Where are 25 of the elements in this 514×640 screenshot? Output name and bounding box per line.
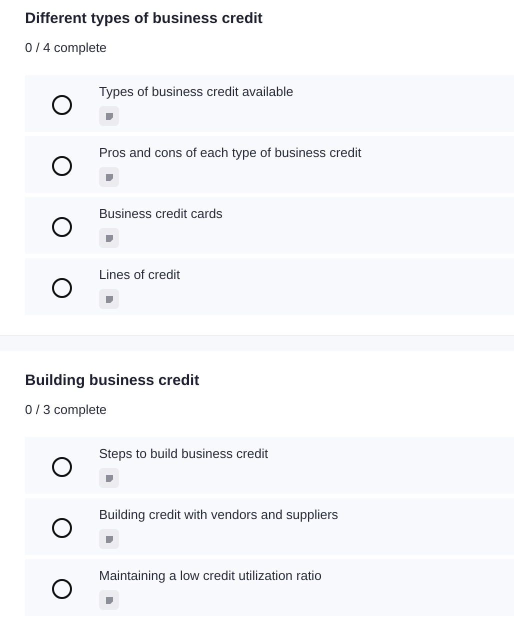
progress-text: 0 / 3 complete [25, 401, 108, 419]
note-icon [99, 167, 119, 187]
lesson-row[interactable]: Steps to build business credit [25, 437, 514, 494]
note-icon [99, 468, 119, 488]
lesson-title: Steps to build business credit [99, 446, 268, 462]
note-icon [99, 289, 119, 309]
lesson-title: Pros and cons of each type of business credit [99, 145, 362, 161]
lesson-title: Maintaining a low credit utilization ratio [99, 568, 322, 584]
lesson-row[interactable]: Lines of credit [25, 258, 514, 315]
note-icon [99, 106, 119, 126]
lesson-row[interactable]: Maintaining a low credit utilization ratio [25, 559, 514, 616]
lesson-title: Types of business credit available [99, 84, 294, 100]
lesson-row[interactable]: Building credit with vendors and suppliers [25, 498, 514, 555]
lesson-row[interactable]: Pros and cons of each type of business credit [25, 136, 514, 193]
note-icon [99, 529, 119, 549]
lesson-title: Building credit with vendors and suppliers [99, 507, 338, 523]
lesson-title: Business credit cards [99, 206, 223, 222]
note-icon [99, 228, 119, 248]
note-icon [99, 590, 119, 610]
section-title: Building business credit [25, 371, 200, 391]
lesson-row[interactable]: Business credit cards [25, 197, 514, 254]
lesson-title: Lines of credit [99, 267, 180, 283]
section-title: Different types of business credit [25, 9, 264, 29]
progress-text: 0 / 4 complete [25, 39, 108, 57]
lesson-row[interactable]: Types of business credit available [25, 75, 514, 132]
